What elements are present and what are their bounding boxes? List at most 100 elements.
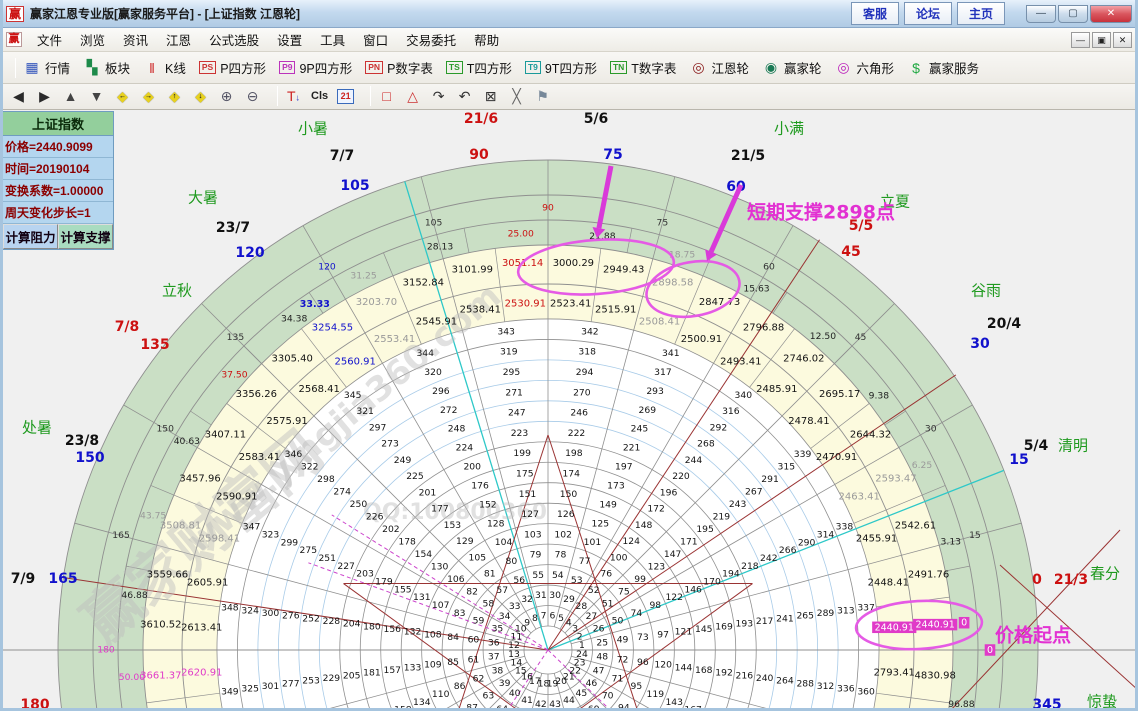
cls-tool-button[interactable]: Cls bbox=[311, 86, 328, 106]
angle-label: 105 bbox=[340, 178, 369, 194]
spiral-number: 128 bbox=[487, 518, 505, 529]
spiral-number: 33 bbox=[509, 601, 521, 612]
rotate-cw-tool-button[interactable]: ↷ bbox=[430, 86, 447, 106]
toolbar-hexagon-button[interactable]: ◎六角形 bbox=[834, 58, 894, 77]
pan-left-button[interactable]: ◆← bbox=[114, 86, 131, 106]
degree-value: 45 bbox=[855, 332, 867, 343]
nav-down-button[interactable]: ▼ bbox=[88, 86, 105, 106]
spiral-number: 132 bbox=[404, 627, 422, 638]
date-label: 0 bbox=[1032, 572, 1042, 588]
calc-support-button[interactable]: 计算支撑 bbox=[58, 224, 113, 249]
close-button[interactable]: ✕ bbox=[1090, 5, 1132, 23]
spiral-number: 147 bbox=[664, 549, 682, 560]
toolbar-quote-grid-button[interactable]: ▦行情 bbox=[23, 58, 70, 77]
maximize-button[interactable]: ▢ bbox=[1058, 5, 1088, 23]
spiral-number: 248 bbox=[448, 424, 466, 435]
spiral-number: 79 bbox=[530, 550, 542, 561]
spiral-number: 265 bbox=[796, 611, 814, 622]
title-button-2[interactable]: 主页 bbox=[957, 2, 1005, 25]
price-start-annotation: 价格起点 bbox=[995, 624, 1071, 647]
child-close-button[interactable]: ✕ bbox=[1113, 32, 1132, 48]
spiral-number: 41 bbox=[521, 695, 533, 706]
toolbar-pn-box-button[interactable]: PNP数字表 bbox=[365, 58, 433, 77]
menu-item-2[interactable]: 资讯 bbox=[114, 27, 157, 52]
spiral-number: 149 bbox=[599, 499, 617, 510]
calc-resistance-button[interactable]: 计算阻力 bbox=[3, 224, 58, 249]
spiral-number: 193 bbox=[736, 619, 754, 630]
degree-value: 150 bbox=[156, 424, 174, 435]
date-label: 7/8 bbox=[115, 319, 140, 335]
title-button-0[interactable]: 客服 bbox=[851, 2, 899, 25]
window-title: 赢家江恩专业版[赢家服务平台] - [上证指数 江恩轮] bbox=[30, 5, 300, 22]
menu-item-4[interactable]: 公式选股 bbox=[200, 27, 268, 52]
nav-left-button[interactable]: ◀ bbox=[10, 86, 27, 106]
menu-item-6[interactable]: 工具 bbox=[311, 27, 354, 52]
menu-item-3[interactable]: 江恩 bbox=[157, 27, 200, 52]
angle-label: 30 bbox=[970, 336, 990, 352]
nav-up-button[interactable]: ▲ bbox=[62, 86, 79, 106]
spiral-number: 134 bbox=[413, 697, 431, 708]
menu-item-7[interactable]: 窗口 bbox=[354, 27, 397, 52]
nav-right-button[interactable]: ▶ bbox=[36, 86, 53, 106]
spiral-number: 38 bbox=[492, 665, 504, 676]
spiral-number: 222 bbox=[568, 428, 586, 439]
degree-value: 135 bbox=[227, 332, 245, 343]
flag-tool-button[interactable]: ⚑ bbox=[534, 86, 551, 106]
pan-down-button[interactable]: ◆↓ bbox=[192, 86, 209, 106]
fit-tool-button[interactable]: ╳ bbox=[508, 86, 525, 106]
calendar-tool-button[interactable]: 21 bbox=[337, 89, 354, 104]
toolbar-tn-box-button[interactable]: TNT数字表 bbox=[610, 58, 676, 77]
spiral-number: 143 bbox=[665, 697, 683, 708]
child-restore-button[interactable]: ▣ bbox=[1092, 32, 1111, 48]
date-label: 20/4 bbox=[987, 316, 1022, 332]
spiral-number: 105 bbox=[469, 552, 487, 563]
pan-right-button[interactable]: ◆→ bbox=[140, 86, 157, 106]
menu-item-8[interactable]: 交易委托 bbox=[397, 27, 465, 52]
rotate-ccw-tool-button[interactable]: ↶ bbox=[456, 86, 473, 106]
price-value: 2575.91 bbox=[266, 416, 307, 427]
price-time-tool-button[interactable]: T↓ bbox=[285, 86, 302, 107]
menu-item-5[interactable]: 设置 bbox=[268, 27, 311, 52]
minimize-button[interactable]: — bbox=[1026, 5, 1056, 23]
spiral-number: 72 bbox=[617, 654, 629, 665]
solar-term-label: 惊蛰 bbox=[1087, 693, 1117, 711]
menu-item-9[interactable]: 帮助 bbox=[465, 27, 508, 52]
toolbar-label: 六角形 bbox=[856, 58, 894, 77]
pan-up-button[interactable]: ◆↑ bbox=[166, 86, 183, 106]
spiral-number: 120 bbox=[654, 660, 672, 671]
toolbar-sector-blocks-button[interactable]: ▚板块 bbox=[83, 58, 130, 77]
spiral-number: 250 bbox=[350, 499, 368, 510]
box-x-tool-button[interactable]: ⊠ bbox=[482, 86, 499, 106]
price-time-tool-sub-icon: ↓ bbox=[296, 92, 301, 102]
spiral-number: 100 bbox=[610, 552, 628, 563]
zoom-in-button[interactable]: ⊕ bbox=[218, 86, 235, 106]
toolbar-gann-wheel-button[interactable]: ◎江恩轮 bbox=[689, 58, 749, 77]
angle-label: 345 bbox=[1032, 697, 1061, 711]
date-label: 7/7 bbox=[330, 148, 355, 164]
spiral-number: 32 bbox=[521, 594, 533, 605]
spiral-number: 96 bbox=[637, 657, 649, 668]
toolbar-label: 江恩轮 bbox=[711, 58, 749, 77]
toolbar-candlestick-button[interactable]: ‖K线 bbox=[143, 58, 186, 77]
spiral-number: 219 bbox=[713, 511, 731, 522]
price-value: 2542.61 bbox=[895, 520, 936, 531]
toolbar-ps-box-button[interactable]: PSP四方形 bbox=[199, 58, 266, 77]
percent-value: 28.13 bbox=[427, 242, 453, 253]
square-tool-button[interactable]: □ bbox=[378, 86, 395, 106]
triangle-tool-button[interactable]: △ bbox=[404, 86, 421, 106]
title-button-1[interactable]: 论坛 bbox=[904, 2, 952, 25]
menu-item-1[interactable]: 浏览 bbox=[71, 27, 114, 52]
toolbar-t9-box-button[interactable]: T99T四方形 bbox=[525, 58, 597, 77]
spiral-number: 76 bbox=[600, 569, 612, 580]
toolbar-label: 行情 bbox=[45, 58, 70, 77]
toolbar-winner-wheel-button[interactable]: ◉赢家轮 bbox=[762, 58, 822, 77]
zoom-out-button[interactable]: ⊖ bbox=[244, 86, 261, 106]
child-minimize-button[interactable]: — bbox=[1071, 32, 1090, 48]
toolbar-service-dollar-button[interactable]: $赢家服务 bbox=[907, 58, 979, 77]
toolbar-p9-box-button[interactable]: P99P四方形 bbox=[279, 58, 352, 77]
toolbar-ts-box-button[interactable]: TST四方形 bbox=[446, 58, 512, 77]
price-value: 2455.91 bbox=[856, 533, 897, 544]
spiral-number: 58 bbox=[482, 599, 494, 610]
spiral-number: 288 bbox=[796, 678, 814, 689]
menu-item-0[interactable]: 文件 bbox=[28, 27, 71, 52]
